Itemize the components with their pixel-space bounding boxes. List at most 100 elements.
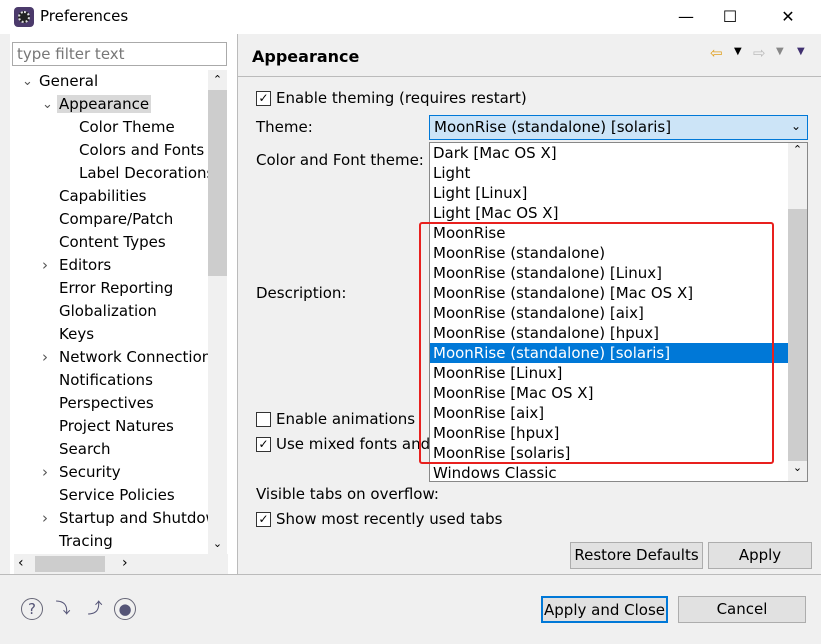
scroll-right-icon[interactable]: › xyxy=(122,555,128,571)
theme-option[interactable]: Light [Linux] xyxy=(430,183,788,203)
tree-item-label: Editors xyxy=(59,256,112,274)
hscroll-thumb[interactable] xyxy=(35,556,105,572)
enable-animations-label: Enable animations xyxy=(276,410,416,428)
tree-item[interactable]: Perspectives xyxy=(34,392,156,415)
view-menu-icon[interactable]: ▼ xyxy=(797,46,805,57)
tree-item-label: Service Policies xyxy=(59,486,175,504)
theme-option[interactable]: Windows Classic xyxy=(430,463,788,483)
theme-option[interactable]: Dark [Mac OS X] xyxy=(430,143,788,163)
tree-item[interactable]: › Network Connection xyxy=(34,346,208,369)
scroll-up-icon[interactable]: ⌃ xyxy=(788,143,807,161)
tree-item[interactable]: › Security xyxy=(34,461,123,484)
show-recent-checkbox[interactable]: ✓ xyxy=(256,512,271,527)
record-icon[interactable]: ● xyxy=(114,598,136,620)
chevron-right-icon[interactable]: › xyxy=(42,507,48,530)
tree-item[interactable]: Globalization xyxy=(34,300,159,323)
tree-item-label: Security xyxy=(59,463,121,481)
tree-item[interactable]: Service Policies xyxy=(34,484,177,507)
chevron-right-icon[interactable]: › xyxy=(42,254,48,277)
enable-animations-checkbox[interactable] xyxy=(256,412,271,427)
tree-item-label: Perspectives xyxy=(59,394,154,412)
tree-item-label: Startup and Shutdow xyxy=(59,509,208,527)
tree-item-label: Content Types xyxy=(59,233,166,251)
theme-combo[interactable]: MoonRise (standalone) [solaris] ⌄ xyxy=(429,115,808,140)
scroll-up-icon[interactable]: ⌃ xyxy=(208,70,227,90)
scroll-left-icon[interactable]: ‹ xyxy=(18,555,24,571)
export-icon[interactable]: ⤴ xyxy=(84,598,106,620)
mixed-fonts-label: Use mixed fonts and xyxy=(276,435,431,453)
tree-item-label: Notifications xyxy=(59,371,153,389)
tree-item[interactable]: › Startup and Shutdow xyxy=(34,507,208,530)
tree-item-label: Capabilities xyxy=(59,187,147,205)
forward-menu-icon[interactable]: ▼ xyxy=(776,46,784,57)
import-icon[interactable]: ⤵ xyxy=(52,598,74,620)
preference-tree: ⌄ General ⌄ Appearance Color Theme Colors and… xyxy=(14,70,208,554)
window-title: Preferences xyxy=(40,7,129,25)
cancel-button[interactable]: Cancel xyxy=(678,596,806,623)
tree-item-label: Search xyxy=(59,440,111,458)
tree-item[interactable]: Keys xyxy=(34,323,96,346)
description-label: Description: xyxy=(256,284,347,302)
dropdown-scroll-thumb[interactable] xyxy=(788,209,807,461)
tree-horizontal-scrollbar[interactable]: ‹ › xyxy=(14,554,228,574)
theme-option[interactable]: Light [Mac OS X] xyxy=(430,203,788,223)
chevron-down-icon[interactable]: ⌄ xyxy=(22,70,33,93)
tree-item[interactable]: Content Types xyxy=(34,231,168,254)
tree-item[interactable]: Colors and Fonts xyxy=(54,139,206,162)
theme-option[interactable]: Light xyxy=(430,163,788,183)
chevron-right-icon[interactable]: › xyxy=(42,461,48,484)
tree-item[interactable]: ⌄ General xyxy=(14,70,100,93)
back-arrow-icon[interactable]: ⇦ xyxy=(710,44,723,62)
tree-item-label: Color Theme xyxy=(79,118,175,136)
footer-divider xyxy=(0,574,821,575)
tree-item-label: Appearance xyxy=(57,95,152,113)
tree-item[interactable]: Capabilities xyxy=(34,185,149,208)
restore-defaults-button[interactable]: Restore Defaults xyxy=(570,542,703,569)
tree-item[interactable]: Compare/Patch xyxy=(34,208,175,231)
tree-item-label: Error Reporting xyxy=(59,279,174,297)
apply-and-close-button[interactable]: Apply and Close xyxy=(541,596,668,623)
scroll-down-icon[interactable]: ⌄ xyxy=(208,534,227,554)
tree-item-label: Keys xyxy=(59,325,95,343)
scroll-thumb[interactable] xyxy=(208,90,227,276)
back-menu-icon[interactable]: ▼ xyxy=(734,46,742,57)
visible-tabs-label: Visible tabs on overflow: xyxy=(256,485,439,503)
chevron-right-icon[interactable]: › xyxy=(42,346,48,369)
filter-input[interactable] xyxy=(12,42,227,66)
tree-item[interactable]: Error Reporting xyxy=(34,277,175,300)
tree-item[interactable]: Project Natures xyxy=(34,415,176,438)
tree-item-label: Colors and Fonts xyxy=(79,141,205,159)
theme-label: Theme: xyxy=(256,118,313,136)
highlight-annotation-box xyxy=(419,222,774,464)
tree-item-label: Tracing xyxy=(59,532,113,550)
tree-item-label: General xyxy=(39,72,99,90)
tree-item[interactable]: Notifications xyxy=(34,369,155,392)
tree-item[interactable]: Tracing xyxy=(34,530,115,553)
chevron-down-icon: ⌄ xyxy=(790,119,801,133)
scroll-down-icon[interactable]: ⌄ xyxy=(788,461,807,481)
eclipse-app-icon xyxy=(14,7,34,27)
apply-button[interactable]: Apply xyxy=(708,542,812,569)
tree-item-label: Network Connection xyxy=(59,348,208,366)
maximize-button[interactable]: ☐ xyxy=(708,4,752,30)
help-icon[interactable]: ? xyxy=(21,598,43,620)
minimize-button[interactable]: — xyxy=(664,4,708,30)
forward-arrow-icon[interactable]: ⇨ xyxy=(753,44,766,62)
tree-item[interactable]: Label Decorations xyxy=(54,162,208,185)
tree-item[interactable]: Color Theme xyxy=(54,116,177,139)
enable-theming-label: Enable theming (requires restart) xyxy=(276,89,527,107)
color-font-theme-label: Color and Font theme: xyxy=(256,151,424,169)
close-button[interactable]: ✕ xyxy=(766,4,810,30)
tree-item-label: Compare/Patch xyxy=(59,210,174,228)
tree-item-label: Label Decorations xyxy=(79,164,208,182)
tree-item[interactable]: › Editors xyxy=(34,254,113,277)
tree-item[interactable]: ⌄ Appearance xyxy=(34,93,152,116)
mixed-fonts-checkbox[interactable]: ✓ xyxy=(256,437,271,452)
chevron-down-icon[interactable]: ⌄ xyxy=(42,93,53,116)
dropdown-scrollbar[interactable]: ⌃ ⌄ xyxy=(788,143,807,481)
enable-theming-checkbox[interactable]: ✓ xyxy=(256,91,271,106)
theme-combo-value: MoonRise (standalone) [solaris] xyxy=(434,118,672,136)
tree-item[interactable]: Search xyxy=(34,438,113,461)
tree-item-label: Globalization xyxy=(59,302,157,320)
tree-vertical-scrollbar[interactable]: ⌃ ⌄ xyxy=(208,70,227,554)
